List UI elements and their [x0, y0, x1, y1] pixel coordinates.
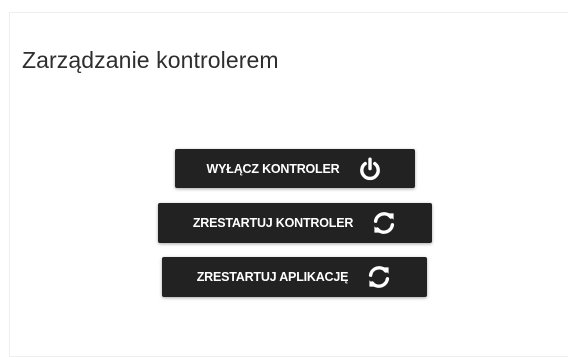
shutdown-controller-label: WYŁĄCZ KONTROLER — [206, 161, 340, 176]
restart-application-button[interactable]: ZRESTARTUJ APLIKACJĘ — [162, 257, 427, 297]
sync-icon — [366, 264, 392, 290]
shutdown-controller-button[interactable]: WYŁĄCZ KONTROLER — [175, 149, 415, 188]
restart-application-label: ZRESTARTUJ APLIKACJĘ — [196, 270, 349, 284]
power-icon — [357, 156, 383, 182]
sync-icon — [371, 210, 397, 236]
panel-title: Zarządzanie kontrolerem — [22, 47, 279, 73]
restart-controller-button[interactable]: ZRESTARTUJ KONTROLER — [158, 203, 432, 243]
restart-controller-label: ZRESTARTUJ KONTROLER — [192, 216, 354, 230]
